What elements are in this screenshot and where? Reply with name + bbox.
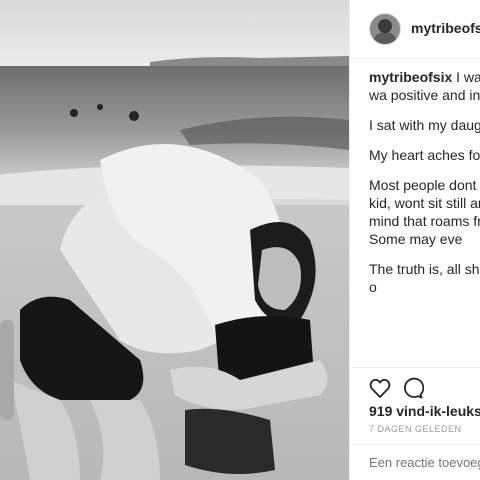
caption-paragraph: My heart aches for al sadness. — [369, 147, 480, 163]
caption-paragraph: Most people dont see a loud kid, a silly… — [369, 177, 480, 247]
caption-paragraph: The truth is, all she is as special as y… — [369, 261, 480, 295]
post-photo[interactable] — [0, 0, 349, 480]
heart-icon[interactable] — [368, 376, 392, 400]
likes-count[interactable]: 919 vind-ik-leuks — [369, 403, 480, 419]
caption-paragraph: I sat with my daughte both cried. — [369, 117, 480, 133]
post-date[interactable]: 7 DAGEN GELEDEN — [369, 424, 462, 434]
photo-image — [0, 0, 349, 480]
caption-cutoff — [350, 360, 480, 367]
caption-username-link[interactable]: mytribeofsix — [369, 69, 452, 85]
post-caption: mytribeofsix I want t was a good day, i … — [369, 68, 480, 308]
username-link[interactable]: mytribeofsix — [411, 20, 480, 36]
action-bar — [350, 367, 480, 406]
post-header: mytribeofsix — [350, 0, 480, 59]
avatar[interactable] — [369, 13, 401, 45]
post-sidebar: mytribeofsix mytribeofsix I want t was a… — [349, 0, 480, 480]
comment-bubble-icon[interactable] — [400, 376, 425, 400]
comment-input[interactable] — [369, 455, 480, 470]
caption-paragraph: mytribeofsix I want t was a good day, i … — [369, 68, 480, 104]
comment-bar — [350, 444, 480, 480]
